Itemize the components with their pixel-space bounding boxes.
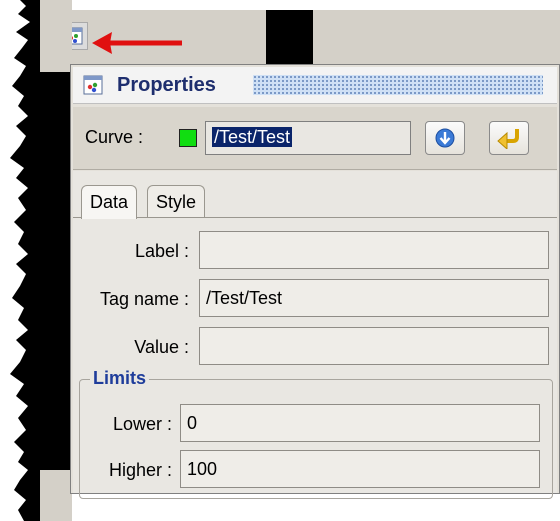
higher-input[interactable]: 100 bbox=[180, 450, 540, 488]
tag-name-input[interactable]: /Test/Test bbox=[199, 279, 549, 317]
curve-input[interactable]: /Test/Test bbox=[205, 121, 411, 155]
background-dark-area bbox=[266, 10, 313, 70]
background-torn-edge bbox=[10, 0, 72, 521]
red-arrow-icon bbox=[92, 32, 182, 54]
properties-panel: Properties Curve : /Test/Test Data Style… bbox=[70, 64, 560, 499]
screenshot-stage: Properties Curve : /Test/Test Data Style… bbox=[0, 0, 560, 521]
label-input[interactable] bbox=[199, 231, 549, 269]
higher-field-label: Higher : bbox=[108, 460, 172, 480]
curve-value: /Test/Test bbox=[212, 127, 293, 147]
value-field-label: Value : bbox=[134, 337, 189, 357]
tab-data[interactable]: Data bbox=[81, 185, 138, 219]
curve-row: Curve : /Test/Test bbox=[73, 107, 557, 170]
curve-label: Curve : bbox=[85, 127, 144, 147]
lower-input[interactable]: 0 bbox=[180, 404, 540, 442]
panel-title: Properties bbox=[117, 74, 216, 96]
return-arrow-icon bbox=[497, 129, 519, 149]
panel-titlebar[interactable]: Properties bbox=[73, 67, 557, 104]
tab-divider bbox=[73, 217, 557, 218]
tab-style[interactable]: Style bbox=[147, 185, 206, 217]
limits-title: Limits bbox=[90, 368, 150, 389]
panel-body: Data Style Label : Tag name : /Test/Test… bbox=[73, 171, 557, 499]
arrow-down-icon bbox=[435, 128, 455, 148]
label-field-label: Label : bbox=[134, 241, 189, 261]
apply-button[interactable] bbox=[489, 121, 529, 155]
curve-color-swatch[interactable] bbox=[179, 129, 197, 147]
limits-group: Limits Lower : 0 Higher : 100 bbox=[79, 368, 553, 499]
panel-drag-grip[interactable] bbox=[253, 75, 543, 95]
value-input[interactable] bbox=[199, 327, 549, 365]
tag-name-field-label: Tag name : bbox=[99, 289, 189, 309]
properties-icon bbox=[83, 75, 103, 95]
lower-field-label: Lower : bbox=[112, 414, 172, 434]
move-down-button[interactable] bbox=[425, 121, 465, 155]
